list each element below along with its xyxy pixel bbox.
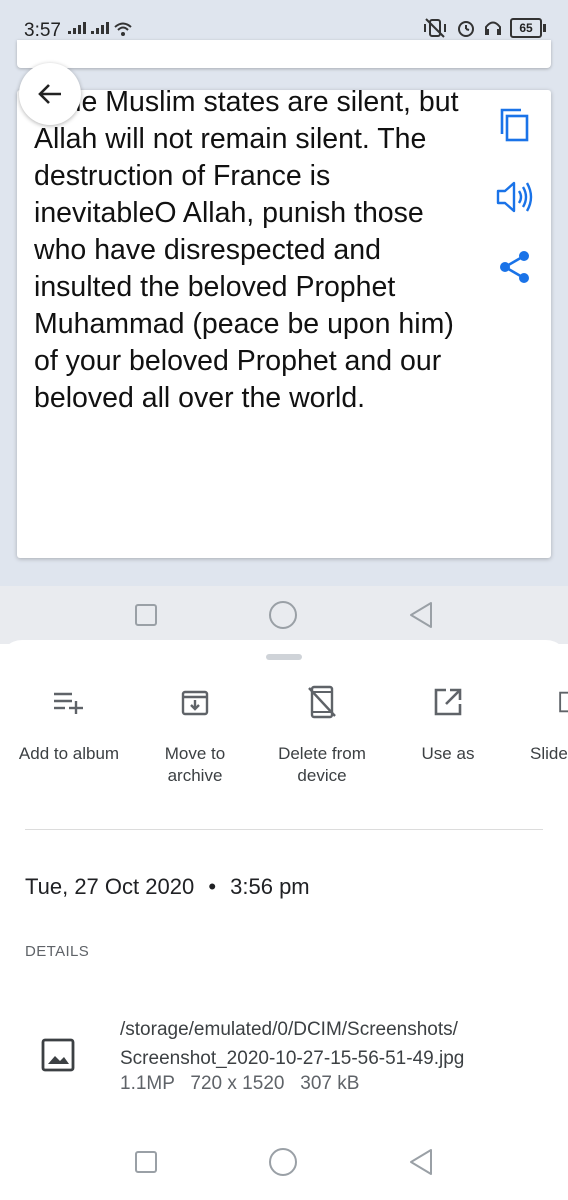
recents-icon [135,604,157,626]
battery-indicator: 65 [510,18,546,38]
add-to-album-button[interactable]: Add to album [5,684,133,765]
file-metadata: 1.1MP 720 x 1520 307 kB [120,1073,359,1095]
slideshow-button[interactable]: Slide [520,684,568,765]
recents-button[interactable] [134,1150,158,1174]
file-size: 307 kB [300,1073,360,1094]
file-name: Screenshot_2020-10-27-15-56-51-49.jpg [120,1048,465,1069]
drag-handle[interactable] [266,654,302,660]
action-label: Add to album [18,744,120,763]
divider [25,829,543,830]
action-label: Delete from device [278,744,366,785]
share-button[interactable] [495,247,535,287]
open-external-icon [434,688,462,716]
file-path-line: /storage/emulated/0/DCIM/Screenshots/ [120,1019,458,1040]
megapixels: 1.1MP [120,1073,175,1094]
home-button[interactable] [268,1147,298,1177]
file-path: /storage/emulated/0/DCIM/Screenshots/ Sc… [120,1015,464,1073]
signal-icon [91,22,109,34]
speaker-icon [496,181,533,213]
move-to-archive-button[interactable]: Move to archive [142,684,248,787]
details-heading: DETAILS [25,943,90,960]
home-icon [269,601,297,629]
arrow-back-icon [38,84,61,104]
previous-card-edge [17,40,551,68]
date-time: Tue, 27 Oct 2020 • 3:56 pm [25,874,310,900]
image-icon [41,1038,75,1072]
translation-card: If the Muslim states are silent, but All… [17,90,551,558]
listen-button[interactable] [495,177,535,217]
status-time: 3:57 [24,20,61,41]
vibrate-mute-icon [424,18,446,38]
back-nav-icon [410,602,432,628]
slideshow-icon [559,691,568,713]
action-label: Use as [421,744,475,763]
system-nav-bar [0,1133,568,1191]
copy-icon [500,108,529,142]
translated-text: If the Muslim states are silent, but All… [34,90,459,414]
photo-time: 3:56 pm [230,874,310,899]
action-label: Move to archive [164,744,226,785]
separator-dot: • [208,874,217,899]
photo-date: Tue, 27 Oct 2020 [25,874,195,899]
info-sheet: Add to album Move to archive Delete from… [0,640,568,1135]
playlist-add-icon [54,692,83,714]
wifi-icon [114,22,132,36]
copy-button[interactable] [495,105,535,145]
screenshot-nav-bar [0,586,568,644]
use-as-button[interactable]: Use as [398,684,498,765]
resolution: 720 x 1520 [190,1073,285,1094]
delete-device-icon [308,685,336,719]
share-icon [500,251,529,283]
headset-icon [485,21,501,35]
back-nav-button[interactable] [408,1148,434,1176]
archive-icon [181,690,209,716]
delete-from-device-button[interactable]: Delete from device [262,684,382,787]
action-label: Slide [530,744,568,763]
signal-icon [68,22,86,34]
alarm-icon [458,21,474,37]
back-button[interactable] [19,63,81,125]
